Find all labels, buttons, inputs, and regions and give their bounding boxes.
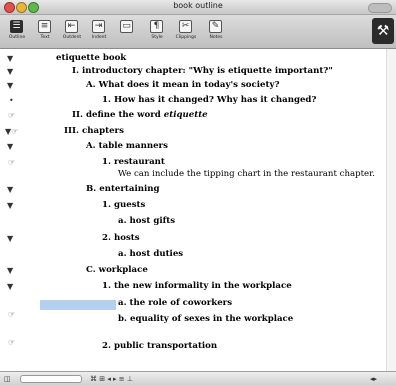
toolbar: ☰ Outline ≡ Text ⇤ Outdent ⇥ Indent ▭ ¶ … [0,15,396,49]
horizontal-scrollbar[interactable] [20,375,82,383]
disclosure-triangle-icon[interactable]: ▼ [7,202,13,210]
disclosure-triangle-icon[interactable]: ▼ [7,235,13,243]
disclosure-triangle-icon[interactable]: ▼ [7,143,13,151]
text-icon: ≡ [38,20,51,33]
outline-row-emphasis: etiquette [163,110,208,120]
disclosure-triangle-icon[interactable]: ▼ [7,82,13,90]
customize-toolbar-button[interactable]: ⚒ [372,18,394,44]
toolbar-text-button[interactable]: ≡ Text [32,17,58,46]
outline-row[interactable]: 2. public transportation [102,341,217,351]
disclosure-triangle-icon[interactable]: ▼☞ [5,128,18,136]
format-controls[interactable]: ⌘ ⊞ ◂ ▸ ≡ ⊥ [90,375,133,383]
outline-row[interactable]: II. define the word etiquette [72,110,208,120]
outline-row[interactable]: C. workplace [86,265,148,275]
sidebar-toggle-icon[interactable]: ◫ [4,375,11,383]
outline-window: book outline ☰ Outline ≡ Text ⇤ Outdent … [0,0,396,385]
row-handle-icon[interactable]: • [9,97,14,105]
outline-row[interactable]: etiquette book [56,53,126,63]
note-icon: ▭ [120,20,133,33]
outline-row[interactable]: a. host gifts [118,216,175,226]
outdent-icon: ⇤ [65,20,78,33]
window-title: book outline [173,1,223,10]
outline-row[interactable]: 2. hosts [102,233,140,243]
outline-row-text: II. define the word [72,110,164,120]
clippings-icon: ✂ [179,20,192,33]
outline-row[interactable]: 1. restaurant [102,157,165,167]
toolbar-outdent-button[interactable]: ⇤ Outdent [59,17,85,46]
note-marker-icon[interactable]: ☞ [8,112,15,120]
toolbar-label: Clippings [175,35,197,40]
outline-row[interactable]: a. the role of coworkers [118,298,232,308]
toolbar-toggle-button[interactable] [368,3,392,13]
outline-row[interactable]: III. chapters [64,126,124,136]
toolbar-label: Indent [91,35,107,40]
toolbar-notes-button[interactable]: ✎ Notes [203,17,229,46]
disclosure-triangle-icon[interactable]: ▼ [7,267,13,275]
disclosure-triangle-icon[interactable]: ▼ [7,55,13,63]
outline-row[interactable]: A. table manners [86,141,168,151]
outline-row[interactable]: 1. the new informality in the workplace [102,281,292,291]
note-marker-icon[interactable]: ☞ [8,159,15,167]
disclosure-triangle-icon[interactable]: ▼ [7,68,13,76]
title-bar[interactable]: book outline [0,0,396,15]
toolbar-label: Notes [209,35,223,40]
selection-highlight [40,300,116,310]
status-bar: ◫ ⌘ ⊞ ◂ ▸ ≡ ⊥ ◂▸ [0,371,396,385]
notes-icon: ✎ [209,20,222,33]
outline-row[interactable]: A. What does it mean in today's society? [86,80,280,90]
note-marker-icon[interactable]: ☞ [8,311,15,319]
tool-icon: ⚒ [376,23,390,39]
toolbar-outline-button[interactable]: ☰ Outline [4,17,30,46]
toolbar-indent-button[interactable]: ⇥ Indent [86,17,112,46]
outline-row[interactable]: a. host duties [118,249,183,259]
outline-row[interactable]: I. introductory chapter: "Why is etiquet… [72,66,333,76]
toolbar-style-button[interactable]: ¶ Style [144,17,170,46]
toolbar-note-button[interactable]: ▭ [114,17,140,46]
disclosure-triangle-icon[interactable]: ▼ [7,186,13,194]
outline-icon: ☰ [10,20,23,33]
vertical-scrollbar[interactable] [386,49,396,371]
outline-row[interactable]: b. equality of sexes in the workplace [118,314,293,324]
outline-row[interactable]: 1. How has it changed? Why has it change… [102,95,316,105]
outline-note-row[interactable]: We can include the tipping chart in the … [118,169,375,179]
outline-row[interactable]: 1. guests [102,200,145,210]
toolbar-clippings-button[interactable]: ✂ Clippings [173,17,199,46]
outline-row[interactable]: B. entertaining [86,184,160,194]
scroll-arrows[interactable]: ◂▸ [370,375,377,383]
outline-gutter: ▼ ▼ ▼ • ☞ ▼☞ ▼ ☞ ▼ ▼ ▼ ▼ ▼ ☞ ☞ [0,49,40,371]
indent-icon: ⇥ [92,20,105,33]
disclosure-triangle-icon[interactable]: ▼ [7,283,13,291]
note-marker-icon[interactable]: ☞ [8,339,15,347]
outline-view[interactable]: ▼ ▼ ▼ • ☞ ▼☞ ▼ ☞ ▼ ▼ ▼ ▼ ▼ ☞ ☞ etiquette… [0,49,396,371]
style-icon: ¶ [150,20,163,33]
